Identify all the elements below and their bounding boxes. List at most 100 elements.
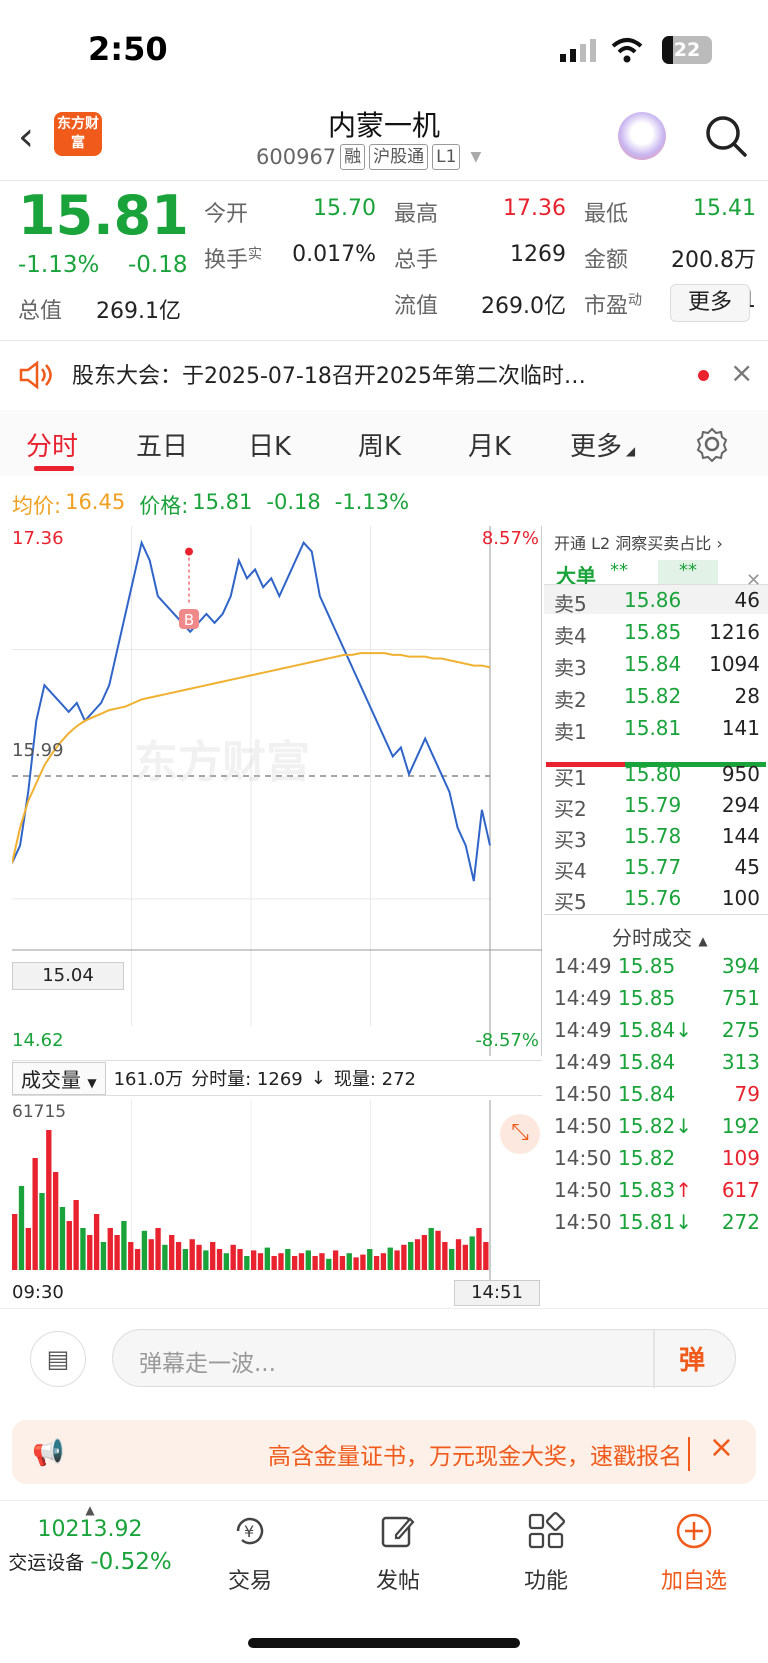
ask-label: 卖3 bbox=[554, 656, 587, 680]
volume-bar bbox=[141, 1230, 148, 1270]
volume-bar bbox=[230, 1244, 236, 1270]
bid-volume: 144 bbox=[721, 824, 760, 848]
price-change-pct: -1.13% bbox=[334, 490, 410, 514]
tick-price: 15.84 bbox=[618, 1082, 675, 1106]
edit-icon bbox=[381, 1516, 415, 1548]
nav-add-watchlist[interactable]: 加自选 bbox=[634, 1511, 754, 1595]
bid-volume: 100 bbox=[721, 886, 760, 910]
volume-max-label: 61715 bbox=[12, 1102, 67, 1122]
quote-label-sup: 实 bbox=[248, 246, 263, 263]
tab-five-day[interactable]: 五日 bbox=[136, 426, 188, 463]
tick-time: 14:50 bbox=[554, 1082, 612, 1106]
tab-more-label: 更多 bbox=[570, 432, 623, 462]
quote-value-2: 15.41 bbox=[693, 196, 756, 221]
volume-bar bbox=[285, 1249, 291, 1270]
stock-code-line[interactable]: 600967 融 沪股通 L1 ▼ bbox=[256, 144, 481, 170]
danmu-send-button[interactable]: 弹 bbox=[679, 1340, 705, 1377]
price-value: 15.81 bbox=[192, 490, 253, 514]
quote-value-5: 200.8万 bbox=[671, 248, 756, 273]
search-icon[interactable] bbox=[702, 112, 750, 160]
volume-bar bbox=[394, 1250, 400, 1270]
volume-bar bbox=[73, 1200, 79, 1270]
volume-bar bbox=[455, 1239, 462, 1270]
index-name: 交运设备 bbox=[8, 1552, 85, 1574]
ticks-title[interactable]: 分时成交 ▲ bbox=[612, 922, 708, 951]
danmu-settings-icon[interactable]: ▤ bbox=[30, 1331, 86, 1387]
yen-cycle-icon: ¥ bbox=[236, 1517, 264, 1545]
volume-bar bbox=[203, 1250, 209, 1270]
unread-dot bbox=[698, 370, 709, 381]
caret-down-icon: ▼ bbox=[87, 1075, 97, 1090]
stock-code: 600967 bbox=[256, 145, 337, 169]
tab-monthly-k[interactable]: 月K bbox=[468, 426, 511, 463]
period-tabs: 分时 五日 日K 周K 月K 更多 ◢ bbox=[0, 410, 768, 476]
tab-weekly-k[interactable]: 周K bbox=[358, 426, 401, 463]
quote-label-text: 换手 bbox=[204, 248, 249, 273]
volume-bar bbox=[107, 1228, 113, 1270]
ask-price: 15.81 bbox=[624, 716, 682, 740]
quote-value-total-cap: 269.1亿 bbox=[96, 299, 181, 324]
volume-bar bbox=[305, 1250, 311, 1270]
close-notice-icon[interactable]: × bbox=[730, 356, 753, 389]
nav-post-label: 发帖 bbox=[375, 1569, 420, 1594]
tab-more[interactable]: 更多 ◢ bbox=[570, 426, 635, 463]
tick-price-value: 15.85 bbox=[618, 954, 676, 978]
danmu-input[interactable]: 弹幕走一波... 弹 bbox=[112, 1329, 736, 1388]
banner-text: 高含金量证书，万元现金大奖，速戳报名 bbox=[268, 1437, 690, 1471]
bid-volume: 45 bbox=[734, 855, 760, 879]
ticks-title-text: 分时成交 bbox=[612, 926, 692, 950]
l2-tip[interactable]: 开通 L2 洞察买卖占比 › bbox=[554, 530, 723, 554]
bid-label: 买2 bbox=[554, 797, 587, 821]
expand-icon[interactable]: ⤡ bbox=[500, 1114, 540, 1154]
more-quote-button[interactable]: 更多 bbox=[670, 284, 750, 322]
volume-bar bbox=[148, 1239, 154, 1270]
nav-functions[interactable]: 功能 bbox=[486, 1511, 606, 1595]
speaker-icon bbox=[19, 360, 52, 390]
intraday-chart[interactable]: B 17.36 8.57% 15.99 14.62 -8.57% 15.04 东… bbox=[11, 526, 542, 1056]
tick-price: 15.82↓ bbox=[618, 1114, 692, 1138]
quote-label-3: 换手实 bbox=[204, 242, 262, 274]
volume-bar bbox=[483, 1242, 489, 1270]
promo-banner[interactable]: 📢 高含金量证书，万元现金大奖，速戳报名 × bbox=[12, 1420, 756, 1484]
change-amount: -0.18 bbox=[128, 252, 188, 278]
nav-post[interactable]: 发帖 bbox=[338, 1511, 458, 1595]
ask-label: 卖2 bbox=[554, 688, 587, 712]
active-tab-indicator bbox=[34, 466, 74, 471]
nav-trade[interactable]: ¥ 交易 bbox=[190, 1511, 310, 1595]
volume-bar bbox=[66, 1221, 72, 1270]
tick-time: 14:49 bbox=[554, 1018, 612, 1042]
volume-bar bbox=[32, 1158, 38, 1270]
tick-time: 14:50 bbox=[554, 1210, 612, 1234]
volume-bar bbox=[298, 1253, 305, 1270]
settings-gear-icon[interactable] bbox=[694, 426, 730, 462]
tick-volume: 313 bbox=[721, 1050, 760, 1074]
volume-bar bbox=[121, 1221, 127, 1270]
volume-bar bbox=[134, 1249, 141, 1270]
tab-intraday[interactable]: 分时 bbox=[26, 426, 78, 463]
assistant-avatar[interactable] bbox=[618, 112, 666, 160]
quote-label-text: 流值 bbox=[394, 294, 439, 319]
close-banner-icon[interactable]: × bbox=[709, 1430, 734, 1465]
volume-bar bbox=[367, 1249, 373, 1270]
quote-label-8: 市盈动 bbox=[584, 288, 642, 320]
price-change: -0.18 bbox=[266, 490, 321, 514]
volume-bar bbox=[196, 1244, 202, 1270]
notice-bar[interactable]: 股东大会：于2025-07-18召开2025年第二次临时… × bbox=[0, 342, 768, 408]
quote-label-2: 最低 bbox=[584, 196, 628, 228]
l2-tip-text: 开通 L2 洞察买卖占比 bbox=[554, 534, 712, 553]
volume-bar bbox=[18, 1186, 25, 1270]
bid-label: 买5 bbox=[554, 890, 587, 914]
index-ticker[interactable]: ▲ 10213.92 交运设备 -0.52% bbox=[0, 1503, 180, 1575]
volume-chart[interactable]: 61715 ⤡ bbox=[12, 1100, 542, 1280]
quote-label-text: 最高 bbox=[394, 202, 439, 227]
x-end-label: 14:51 bbox=[454, 1280, 540, 1306]
home-indicator bbox=[248, 1638, 520, 1648]
volume-bar bbox=[223, 1253, 230, 1270]
volume-select[interactable]: 成交量 ▼ bbox=[12, 1061, 106, 1095]
quote-label-sup: 动 bbox=[628, 292, 643, 309]
tab-daily-k[interactable]: 日K bbox=[248, 426, 291, 463]
bid-label: 买4 bbox=[554, 859, 587, 883]
volume-bar bbox=[59, 1207, 66, 1270]
quote-label-total-cap: 总值 bbox=[18, 299, 63, 324]
volume-bar bbox=[408, 1242, 414, 1270]
